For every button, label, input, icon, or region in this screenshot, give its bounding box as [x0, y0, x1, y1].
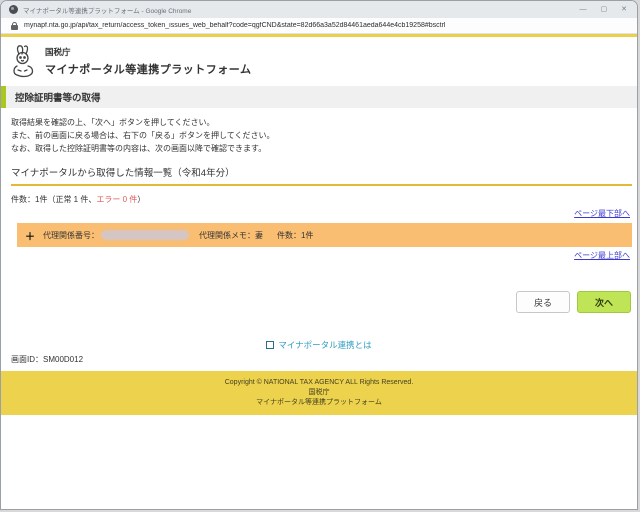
- external-link-icon: [266, 341, 275, 349]
- record-count-summary: 件数：1件（正常 1 件、エラー 0 件）: [11, 194, 637, 205]
- agency-name: 国税庁: [45, 46, 71, 57]
- instruction-line: なお、取得した控除証明書等の内容は、次の画面以降で確認できます。: [11, 144, 267, 153]
- list-section-title: マイナポータルから取得した情報一覧（令和4年分）: [11, 165, 632, 186]
- footer-agency: 国税庁: [308, 389, 330, 396]
- browser-titlebar: マイナポータル等連携プラットフォーム - Google Chrome — ▢ ✕: [1, 1, 637, 18]
- link-page-bottom[interactable]: ページ最下部へ: [574, 208, 630, 219]
- instruction-line: また、前の画面に戻る場合は、右下の「戻る」ボタンを押してください。: [11, 131, 275, 140]
- agent-count-label: 件数：1件: [277, 230, 314, 240]
- back-button[interactable]: 戻る: [516, 291, 570, 313]
- instruction-text: 取得結果を確認の上、「次へ」ボタンを押してください。 また、前の画面に戻る場合は…: [11, 116, 637, 155]
- window-title: マイナポータル等連携プラットフォーム - Google Chrome: [23, 7, 192, 15]
- url-text[interactable]: mynapf.nta.go.jp/api/tax_return/access_t…: [24, 22, 445, 29]
- next-button[interactable]: 次へ: [577, 291, 631, 313]
- agent-record-row[interactable]: ＋ 代理関係番号： 代理関係メモ：妻 件数：1件: [17, 223, 632, 247]
- address-bar[interactable]: mynapf.nta.go.jp/api/tax_return/access_t…: [1, 18, 637, 34]
- redacted-agent-number: [101, 230, 189, 240]
- nta-mascot-logo-icon: [13, 45, 34, 78]
- close-button[interactable]: ✕: [621, 1, 627, 18]
- browser-window: マイナポータル等連携プラットフォーム - Google Chrome — ▢ ✕…: [0, 0, 638, 510]
- copyright-text: Copyright © NATIONAL TAX AGENCY ALL Righ…: [224, 379, 414, 386]
- count-suffix-text: ）: [137, 195, 146, 204]
- lock-icon: [11, 21, 18, 30]
- agent-number-label: 代理関係番号：: [43, 230, 99, 240]
- count-normal-text: 件数：1件（正常 1 件、: [11, 195, 97, 204]
- page-footer: Copyright © NATIONAL TAX AGENCY ALL Righ…: [1, 371, 637, 415]
- expand-plus-icon[interactable]: ＋: [25, 228, 35, 243]
- footer-platform: マイナポータル等連携プラットフォーム: [256, 399, 382, 406]
- screen-id: 画面ID：SM00D012: [11, 355, 84, 364]
- site-favicon-icon: [9, 5, 18, 14]
- page-title: 控除証明書等の取得: [1, 86, 637, 108]
- page-content: 国税庁 マイナポータル等連携プラットフォーム 控除証明書等の取得 取得結果を確認…: [1, 37, 637, 509]
- about-mynaportal-link[interactable]: マイナポータル連携とは: [278, 339, 371, 351]
- empty-area: [1, 415, 637, 509]
- link-page-top[interactable]: ページ最上部へ: [574, 250, 630, 261]
- minimize-button[interactable]: —: [580, 1, 587, 18]
- site-header: 国税庁 マイナポータル等連携プラットフォーム: [1, 37, 637, 84]
- platform-title: マイナポータル等連携プラットフォーム: [45, 63, 252, 76]
- instruction-line: 取得結果を確認の上、「次へ」ボタンを押してください。: [11, 118, 215, 127]
- agent-memo-label: 代理関係メモ：妻: [199, 230, 263, 240]
- maximize-button[interactable]: ▢: [601, 1, 608, 18]
- count-error-text: エラー 0 件: [96, 195, 138, 204]
